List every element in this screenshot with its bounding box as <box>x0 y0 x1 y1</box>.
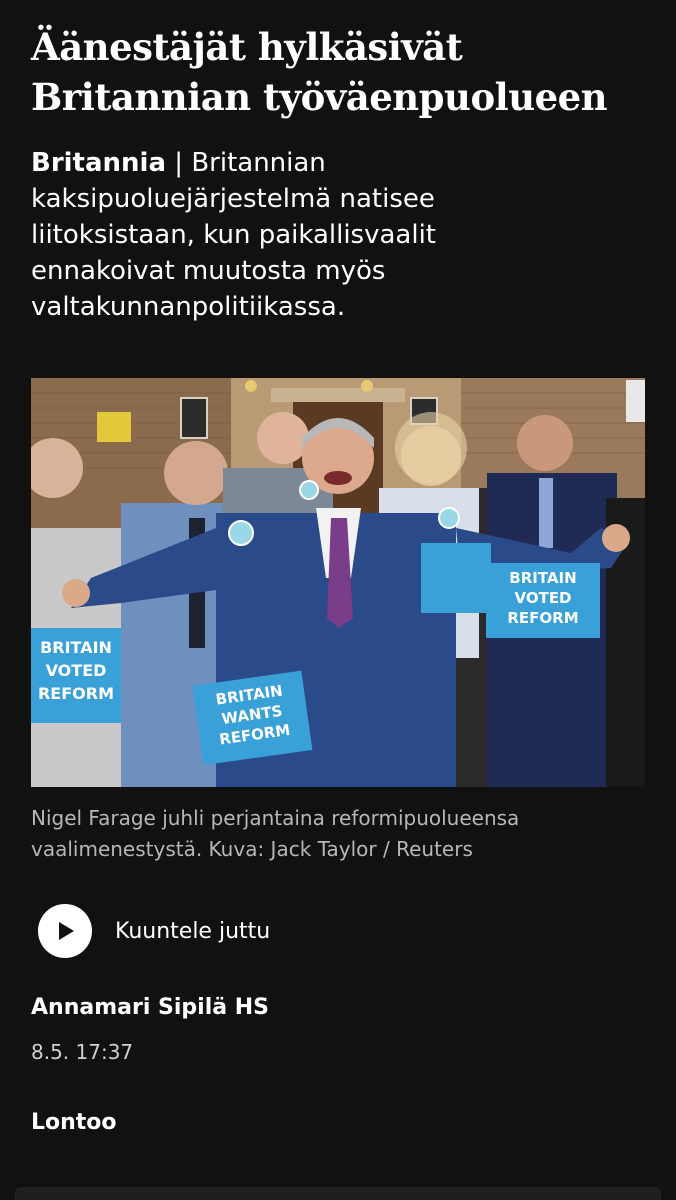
listen-label[interactable]: Kuuntele juttu <box>115 919 270 944</box>
svg-text:REFORM: REFORM <box>507 609 578 627</box>
photo-caption: Nigel Farage juhli perjantaina reformipu… <box>31 806 520 861</box>
publish-date: 8.5. 17:37 <box>31 1040 134 1064</box>
section-label[interactable]: Britannia <box>31 148 166 178</box>
article-photo[interactable]: BRITAIN VOTED REFORM BRITAIN WANTS REFOR… <box>31 378 645 787</box>
placard-center: BRITAIN WANTS REFORM <box>192 670 313 766</box>
article-lead: Britannia | Britannian kaksipuoluejärjes… <box>31 145 551 325</box>
section-separator: | <box>166 148 192 178</box>
placard-left: BRITAIN VOTED REFORM <box>31 628 121 723</box>
svg-text:BRITAIN: BRITAIN <box>40 638 112 657</box>
svg-text:VOTED: VOTED <box>514 589 571 607</box>
author-name[interactable]: Annamari Sipilä HS <box>31 995 269 1020</box>
bottom-bar <box>15 1187 661 1200</box>
article-headline: Äänestäjät hylkäsivät Britannian työväen… <box>31 25 608 119</box>
svg-text:BRITAIN: BRITAIN <box>509 569 576 587</box>
svg-text:REFORM: REFORM <box>38 684 114 703</box>
listen-button[interactable]: Kuuntele juttu <box>38 903 270 959</box>
dateline: Lontoo <box>31 1110 117 1135</box>
svg-text:VOTED: VOTED <box>46 661 107 680</box>
play-icon[interactable] <box>38 904 92 958</box>
